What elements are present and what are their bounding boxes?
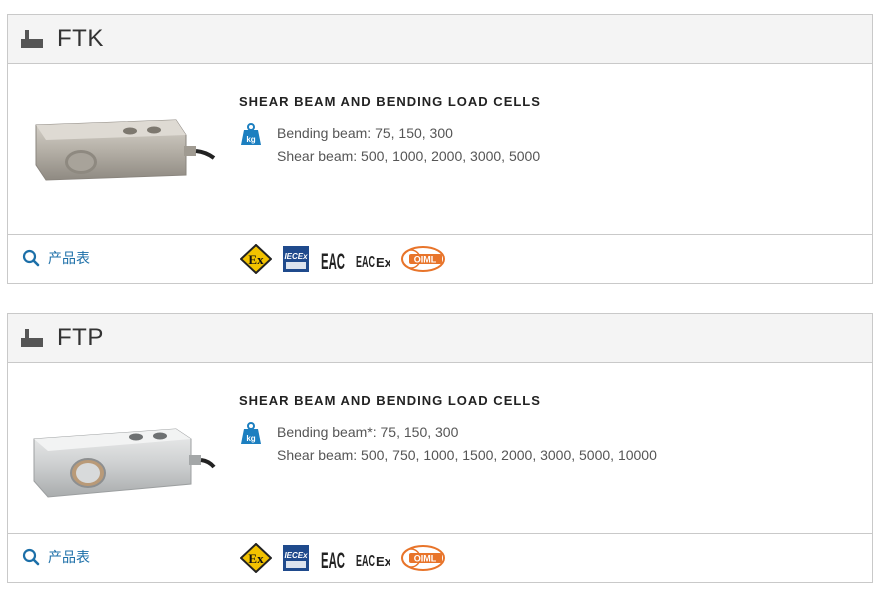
product-title[interactable]: FTK — [57, 25, 104, 53]
weighing-scale-icon — [21, 329, 43, 347]
product-card-ftk: FTK SHEAR BEAM AND BENDING LOAD CELLS kg… — [7, 14, 873, 284]
datasheet-link[interactable]: 产品表 — [22, 248, 90, 268]
certifications: Ex IECEx EAC EAC Ex OIML — [240, 543, 456, 573]
kg-label: kg — [246, 135, 255, 144]
eac-ex-icon: EAC Ex — [356, 254, 390, 271]
kg-weight-icon: kg — [241, 123, 261, 145]
eac-icon: EAC — [321, 548, 345, 572]
svg-text:Ex: Ex — [376, 255, 390, 270]
svg-text:EAC: EAC — [321, 548, 345, 572]
svg-text:OIML: OIML — [414, 255, 437, 265]
atex-ex-icon: Ex — [240, 543, 272, 573]
svg-text:Ex: Ex — [248, 551, 264, 566]
search-icon — [22, 548, 40, 566]
spec-line: Bending beam: 75, 150, 300 — [277, 125, 453, 141]
kg-weight-icon: kg — [241, 422, 261, 444]
weighing-scale-icon — [21, 30, 43, 48]
oiml-icon: OIML — [401, 545, 445, 571]
datasheet-label: 产品表 — [48, 251, 90, 267]
product-title[interactable]: FTP — [57, 324, 104, 352]
svg-text:Ex: Ex — [248, 252, 264, 267]
product-category: SHEAR BEAM AND BENDING LOAD CELLS — [239, 94, 541, 109]
svg-text:IECEx: IECEx — [284, 252, 308, 261]
spec-line: Shear beam: 500, 750, 1000, 1500, 2000, … — [277, 447, 657, 463]
certifications: Ex IECEx EAC EAC Ex OIML — [240, 244, 456, 274]
svg-text:EAC: EAC — [321, 249, 345, 273]
product-footer: 产品表 Ex IECEx EAC EAC Ex OIML — [8, 235, 872, 283]
svg-text:IECEx: IECEx — [284, 551, 308, 560]
svg-text:OIML: OIML — [414, 554, 437, 564]
product-card-ftp: FTP SHEAR BEAM AND BENDING LOAD CELLS kg… — [7, 313, 873, 583]
datasheet-link[interactable]: 产品表 — [22, 547, 90, 567]
svg-text:EAC: EAC — [356, 553, 375, 570]
oiml-icon: OIML — [401, 246, 445, 272]
eac-ex-icon: EAC Ex — [356, 553, 390, 570]
product-category: SHEAR BEAM AND BENDING LOAD CELLS — [239, 393, 541, 408]
iecex-icon: IECEx — [283, 246, 309, 272]
product-header[interactable]: FTP — [8, 314, 872, 363]
product-footer: 产品表 Ex IECEx EAC EAC Ex OIML — [8, 534, 872, 582]
atex-ex-icon: Ex — [240, 244, 272, 274]
spec-line: Shear beam: 500, 1000, 2000, 3000, 5000 — [277, 148, 541, 164]
product-body: SHEAR BEAM AND BENDING LOAD CELLS kg Ben… — [8, 363, 872, 534]
iecex-icon: IECEx — [283, 545, 309, 571]
spec-line: Bending beam*: 75, 150, 300 — [277, 424, 459, 440]
product-image[interactable] — [26, 389, 216, 509]
search-icon — [22, 249, 40, 267]
kg-label: kg — [246, 434, 255, 443]
svg-text:Ex: Ex — [376, 554, 390, 569]
product-image[interactable] — [26, 90, 216, 210]
svg-text:EAC: EAC — [356, 254, 375, 271]
product-header[interactable]: FTK — [8, 15, 872, 64]
product-body: SHEAR BEAM AND BENDING LOAD CELLS kg Ben… — [8, 64, 872, 235]
datasheet-label: 产品表 — [48, 550, 90, 566]
eac-icon: EAC — [321, 249, 345, 273]
